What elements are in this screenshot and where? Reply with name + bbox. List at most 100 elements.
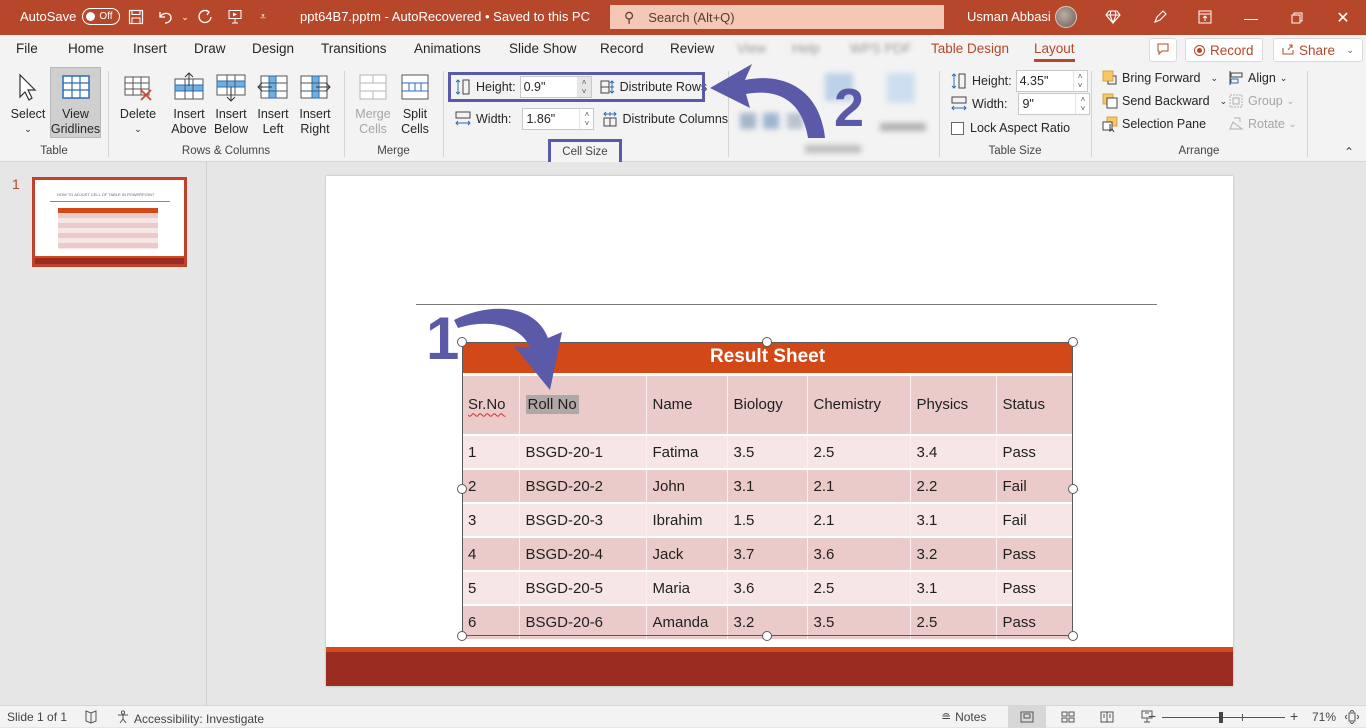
table-cell[interactable]: Fail (996, 468, 1073, 503)
fit-slide-icon[interactable] (1345, 710, 1359, 724)
insert-right-button[interactable]: Insert Right (295, 68, 335, 137)
customize-quick-access-icon[interactable]: ⩡ (253, 7, 273, 27)
avatar[interactable] (1055, 6, 1077, 28)
tab-file[interactable]: File (16, 41, 38, 56)
table-cell[interactable]: 3.1 (910, 570, 997, 605)
resize-handle-right[interactable] (1068, 484, 1078, 494)
resize-handle-left[interactable] (457, 484, 467, 494)
table-cell[interactable]: Fail (996, 502, 1073, 537)
table-cell[interactable]: Pass (996, 570, 1073, 605)
search-input[interactable]: ⚲ Search (Alt+Q) (610, 5, 944, 29)
split-cells-button[interactable]: Split Cells (395, 68, 435, 137)
table-height-spinner[interactable]: ˄ ˅ (1072, 71, 1087, 91)
slideshow-view-button[interactable] (1128, 706, 1166, 728)
tab-design[interactable]: Design (252, 41, 294, 56)
header-cell[interactable]: Status (996, 372, 1073, 435)
resize-handle-bottom-right[interactable] (1068, 631, 1078, 641)
table-cell[interactable]: 3.5 (727, 434, 808, 469)
autosave-switch[interactable]: Off (82, 8, 121, 25)
table-cell[interactable]: BSGD-20-1 (519, 434, 647, 469)
cell-width-spinner[interactable]: ˄ ˅ (579, 109, 593, 129)
table-cell[interactable]: 3.1 (910, 502, 997, 537)
slide-sorter-button[interactable] (1049, 706, 1087, 728)
table-cell[interactable]: 3 (462, 502, 520, 537)
table-cell[interactable]: Pass (996, 536, 1073, 571)
reading-view-button[interactable] (1088, 706, 1126, 728)
cell-width-field[interactable] (523, 112, 580, 126)
slide-thumbnail-1[interactable]: HOW TO ADJUST CELL OF TABLE IN POWERPOIN… (32, 177, 187, 267)
ribbon-display-options-icon[interactable] (1195, 7, 1215, 27)
header-cell[interactable]: Name (646, 372, 728, 435)
table-height-field[interactable] (1016, 74, 1073, 88)
table-cell[interactable]: 2.5 (807, 434, 911, 469)
selection-pane-button[interactable]: Selection Pane (1102, 116, 1206, 132)
zoom-slider-thumb[interactable] (1219, 712, 1223, 723)
premium-diamond-icon[interactable] (1103, 7, 1123, 27)
table-width-spinner[interactable]: ˄ ˅ (1075, 94, 1089, 114)
table-cell[interactable]: BSGD-20-4 (519, 536, 647, 571)
redo-icon[interactable] (195, 7, 215, 27)
table-cell[interactable]: 3.5 (807, 604, 911, 639)
zoom-in-button[interactable]: + (1290, 708, 1298, 724)
table-cell[interactable]: BSGD-20-3 (519, 502, 647, 537)
tab-record[interactable]: Record (600, 41, 644, 56)
lock-aspect-ratio[interactable]: Lock Aspect Ratio (951, 121, 1070, 135)
present-from-start-icon[interactable] (225, 7, 245, 27)
table-cell[interactable]: Ibrahim (646, 502, 728, 537)
table-cell[interactable]: John (646, 468, 728, 503)
tab-home[interactable]: Home (68, 41, 104, 56)
lock-aspect-ratio-checkbox[interactable] (951, 121, 964, 135)
collapse-ribbon-icon[interactable]: ⌃ (1344, 145, 1354, 159)
table-cell[interactable]: 3.4 (910, 434, 997, 469)
table-cell[interactable]: 3.6 (727, 570, 808, 605)
rotate-button[interactable]: Rotate ⌄ (1228, 116, 1296, 132)
table-cell[interactable]: 2 (462, 468, 520, 503)
group-button[interactable]: Group ⌄ (1228, 93, 1294, 109)
table-cell[interactable]: 1.5 (727, 502, 808, 537)
table-cell[interactable]: 5 (462, 570, 520, 605)
bring-forward-button[interactable]: Bring Forward ⌄ (1102, 70, 1218, 86)
zoom-slider-track[interactable] (1162, 717, 1285, 718)
cell-width-input[interactable]: ˄˅ (522, 108, 595, 130)
insert-left-button[interactable]: Insert Left (253, 68, 293, 137)
undo-icon[interactable] (155, 7, 175, 27)
table-cell[interactable]: Fatima (646, 434, 728, 469)
zoom-out-button[interactable]: − (1148, 708, 1156, 724)
restore-button[interactable] (1274, 0, 1320, 35)
zoom-percent[interactable]: 71% (1312, 710, 1336, 724)
table-width-field[interactable] (1019, 97, 1076, 111)
table-cell[interactable]: 4 (462, 536, 520, 571)
table-width-input[interactable]: ˄˅ (1018, 93, 1091, 115)
close-button[interactable]: ✕ (1320, 0, 1366, 35)
table-cell[interactable]: 2.1 (807, 502, 911, 537)
table-cell[interactable]: 3.2 (910, 536, 997, 571)
tab-layout[interactable]: Layout (1034, 41, 1075, 62)
accessibility-button[interactable]: Accessibility: Investigate (116, 710, 264, 727)
tab-transitions[interactable]: Transitions (321, 41, 387, 56)
resize-handle-top[interactable] (762, 337, 772, 347)
insert-above-button[interactable]: Insert Above (169, 68, 209, 137)
merge-cells-button[interactable]: Merge Cells (353, 68, 393, 137)
table-cell[interactable]: Amanda (646, 604, 728, 639)
undo-dropdown-icon[interactable]: ⌄ (175, 7, 195, 27)
table-cell[interactable]: Jack (646, 536, 728, 571)
select-button[interactable]: Select ⌄ (8, 68, 48, 137)
header-cell[interactable]: Biology (727, 372, 808, 435)
spelling-check-icon[interactable] (84, 710, 98, 724)
table-cell[interactable]: 6 (462, 604, 520, 639)
resize-handle-bottom-left[interactable] (457, 631, 467, 641)
resize-handle-top-right[interactable] (1068, 337, 1078, 347)
table-cell[interactable]: 2.5 (807, 570, 911, 605)
insert-below-button[interactable]: Insert Below (211, 68, 251, 137)
delete-button[interactable]: Delete ⌄ (117, 68, 159, 137)
tab-slide-show[interactable]: Slide Show (509, 41, 577, 56)
pen-icon[interactable] (1150, 7, 1170, 27)
share-button[interactable]: Share ⌄ (1273, 38, 1364, 62)
table-cell[interactable]: 1 (462, 434, 520, 469)
normal-view-button[interactable] (1008, 706, 1046, 728)
table-cell[interactable]: BSGD-20-2 (519, 468, 647, 503)
autosave-toggle[interactable]: AutoSave Off (20, 8, 121, 25)
table-cell[interactable]: Maria (646, 570, 728, 605)
table-cell[interactable]: Pass (996, 604, 1073, 639)
align-button[interactable]: Align ⌄ (1228, 70, 1287, 86)
